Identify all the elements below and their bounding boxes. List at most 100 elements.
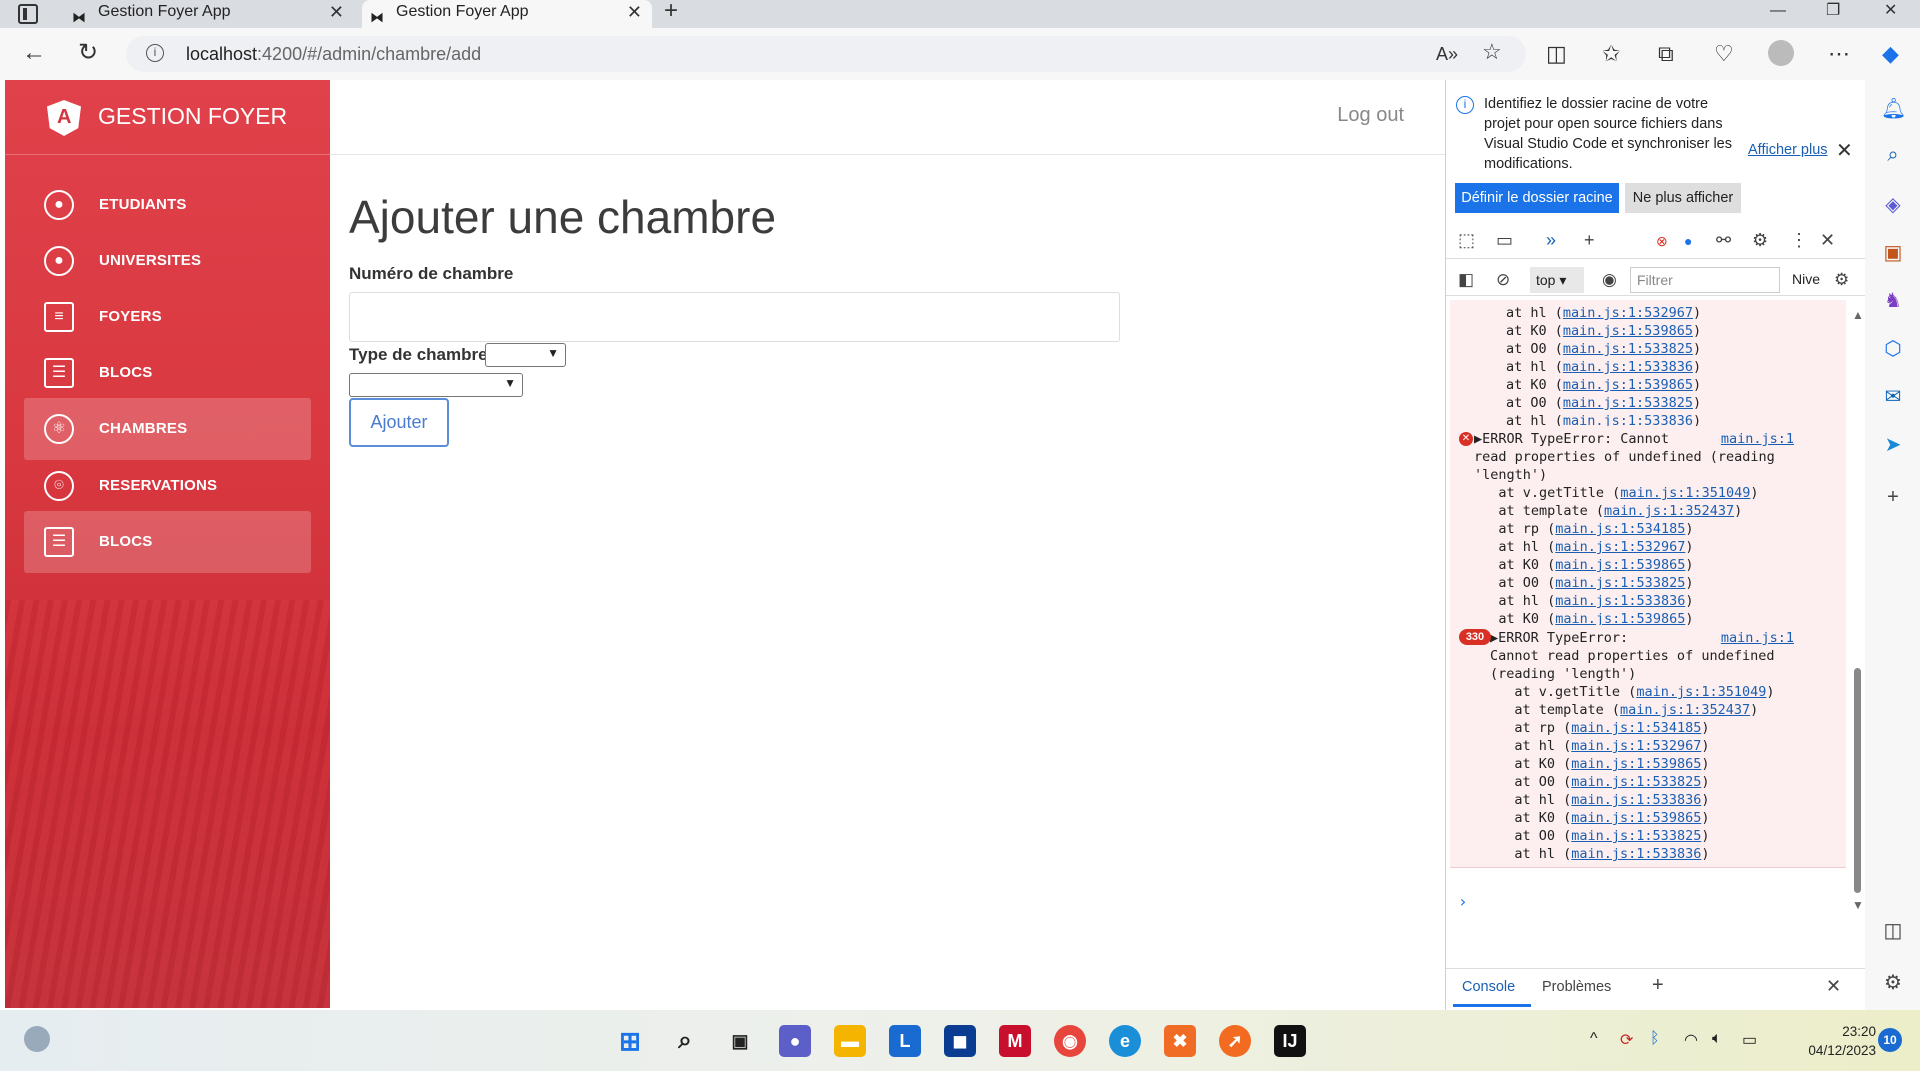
battery-icon[interactable]: ▭ — [1742, 1030, 1757, 1050]
notifications-bell-icon[interactable]: 🔔︎ — [1881, 96, 1906, 121]
console-prompt-icon[interactable]: › — [1458, 892, 1468, 911]
favorites-icon[interactable]: ✩ — [1602, 42, 1620, 66]
close-drawer-icon[interactable]: ✕ — [1826, 976, 1841, 997]
source-link[interactable]: main.js:1:533825 — [1563, 341, 1693, 357]
sidebar-item-blocs-2[interactable]: ☰ BLOCS — [24, 511, 311, 573]
device-emulation-icon[interactable]: ▭ — [1496, 230, 1513, 251]
source-link[interactable]: main.js:1:533825 — [1571, 828, 1701, 844]
sidebar-item-reservations[interactable]: ⌾ RESERVATIONS — [24, 455, 311, 517]
more-options-icon[interactable]: ⋮ — [1790, 230, 1808, 251]
sync-icon[interactable]: ⟳ — [1620, 1030, 1633, 1050]
console-error-message[interactable]: 330 ▶ERROR TypeError: main.js:1 Cannot rea… — [1450, 625, 1846, 868]
source-link[interactable]: main.js:1:534185 — [1571, 720, 1701, 736]
source-link[interactable]: main.js:1:539865 — [1563, 323, 1693, 339]
source-link[interactable]: main.js:1:539865 — [1571, 810, 1701, 826]
source-link[interactable]: main.js:1:534185 — [1555, 521, 1685, 537]
more-options-icon[interactable]: ⋯ — [1828, 42, 1850, 66]
source-link[interactable]: main.js:1:533836 — [1555, 593, 1685, 609]
shopping-tag-icon[interactable]: ◈ — [1881, 192, 1905, 217]
address-bar[interactable]: i localhost:4200/#/admin/chambre/add A» … — [126, 36, 1526, 72]
infobar-more-link[interactable]: Afficher plus — [1748, 142, 1828, 158]
tray-overflow-chevron-icon[interactable]: ^ — [1590, 1030, 1598, 1048]
hide-sidebar-icon[interactable]: ◫ — [1881, 918, 1905, 943]
tab-console[interactable]: Console — [1462, 979, 1515, 995]
search-icon[interactable]: ⌕ — [1881, 144, 1905, 167]
intellij-icon[interactable]: IJ — [1274, 1025, 1306, 1057]
numero-input[interactable] — [349, 292, 1120, 342]
inspect-element-icon[interactable]: ⬚ — [1458, 230, 1475, 251]
browser-essentials-icon[interactable]: ♡ — [1714, 42, 1734, 66]
sidebar-settings-gear-icon[interactable]: ⚙ — [1881, 970, 1905, 995]
tab-actions-icon[interactable] — [18, 4, 38, 24]
scrollbar-thumb[interactable] — [1854, 668, 1861, 893]
teams-chat-icon[interactable]: ● — [779, 1025, 811, 1057]
add-drawer-tab-icon[interactable]: + — [1652, 974, 1664, 997]
source-link[interactable]: main.js:1:539865 — [1563, 377, 1693, 393]
tab-close-icon[interactable]: ✕ — [329, 0, 344, 24]
file-explorer-icon[interactable]: ▬ — [834, 1025, 866, 1057]
source-link[interactable]: main.js:1:533836 — [1571, 846, 1701, 862]
error-indicator-icon[interactable]: ⊗ — [1656, 233, 1668, 250]
source-link[interactable]: main.js:1 — [1721, 430, 1794, 448]
console-scrollbar[interactable]: ▲ ▼ — [1850, 308, 1864, 912]
close-devtools-icon[interactable]: ✕ — [1820, 230, 1835, 251]
drop-icon[interactable]: ➤ — [1881, 432, 1905, 457]
split-screen-icon[interactable]: ◫ — [1546, 42, 1567, 66]
close-icon[interactable]: ✕ — [1836, 138, 1853, 163]
scroll-down-icon[interactable]: ▼ — [1852, 898, 1864, 912]
network-conditions-icon[interactable]: ⚯ — [1716, 230, 1731, 251]
source-link[interactable]: main.js:1:533825 — [1555, 575, 1685, 591]
sidebar-item-foyers[interactable]: ≡ FOYERS — [24, 286, 311, 348]
add-tab-icon[interactable]: + — [1584, 230, 1595, 251]
tab-problemes[interactable]: Problèmes — [1542, 979, 1611, 995]
postman-icon[interactable]: ➚ — [1219, 1025, 1251, 1057]
tab-close-icon[interactable]: ✕ — [627, 0, 642, 24]
clear-console-icon[interactable]: ⊘ — [1496, 270, 1510, 290]
ajouter-button[interactable]: Ajouter — [349, 398, 449, 447]
read-aloud-icon[interactable]: A» — [1436, 42, 1458, 66]
source-link[interactable]: main.js:1:351049 — [1636, 684, 1766, 700]
back-icon[interactable]: ← — [22, 40, 46, 66]
source-link[interactable]: main.js:1:352437 — [1604, 503, 1734, 519]
collections-icon[interactable]: ⧉ — [1658, 42, 1674, 66]
browser-tab-active[interactable]: ⧓ Gestion Foyer App ✕ — [362, 0, 652, 28]
issues-indicator-icon[interactable]: ● — [1684, 233, 1692, 249]
maximize-icon[interactable]: ❐ — [1826, 0, 1840, 22]
app-brand[interactable]: A GESTION FOYER — [5, 80, 330, 155]
favorite-star-icon[interactable]: ☆ — [1482, 40, 1502, 64]
set-root-folder-button[interactable]: Définir le dossier racine — [1455, 183, 1619, 213]
mcafee-icon[interactable]: M — [999, 1025, 1031, 1057]
bluetooth-icon[interactable]: ᛒ — [1650, 1030, 1660, 1048]
source-link[interactable]: main.js:1:533836 — [1563, 359, 1693, 375]
profile-avatar[interactable] — [1768, 40, 1794, 66]
app-l-icon[interactable]: L — [889, 1025, 921, 1057]
tools-icon[interactable]: ▣ — [1881, 240, 1905, 265]
sidebar-item-universites[interactable]: ● UNIVERSITES — [24, 230, 311, 292]
sidebar-item-etudiants[interactable]: ● ETUDIANTS — [24, 174, 311, 236]
sidebar-toggle-icon[interactable]: ◧ — [1458, 270, 1474, 290]
edge-icon[interactable]: e — [1109, 1025, 1141, 1057]
wifi-icon[interactable]: ◠ — [1684, 1030, 1698, 1050]
source-link[interactable]: main.js:1:532967 — [1571, 738, 1701, 754]
context-selector[interactable]: top ▾ — [1530, 267, 1584, 293]
task-view-icon[interactable]: ▣ — [724, 1025, 756, 1057]
source-link[interactable]: main.js:1:352437 — [1620, 702, 1750, 718]
source-link[interactable]: main.js:1 — [1721, 629, 1794, 647]
microsoft-store-icon[interactable]: ◼ — [944, 1025, 976, 1057]
minimize-icon[interactable]: — — [1770, 0, 1786, 22]
bloc-select[interactable]: ▼ — [349, 373, 523, 397]
refresh-icon[interactable]: ↻ — [78, 40, 98, 66]
chrome-icon[interactable]: ◉ — [1054, 1025, 1086, 1057]
search-icon[interactable]: ⌕ — [669, 1025, 701, 1057]
source-link[interactable]: main.js:1:351049 — [1620, 485, 1750, 501]
console-filter-input[interactable]: Filtrer — [1630, 267, 1780, 293]
more-tabs-icon[interactable]: » — [1546, 230, 1556, 251]
notification-count-badge[interactable]: 10 — [1878, 1028, 1902, 1052]
dont-show-again-button[interactable]: Ne plus afficher — [1625, 183, 1741, 213]
source-link[interactable]: main.js:1:539865 — [1555, 557, 1685, 573]
weather-widget-icon[interactable] — [24, 1026, 50, 1052]
browser-tab[interactable]: ⧓ Gestion Foyer App ✕ — [64, 0, 354, 28]
site-info-icon[interactable]: i — [146, 44, 164, 62]
source-link[interactable]: main.js:1:533825 — [1563, 395, 1693, 411]
copilot-icon[interactable]: ◆ — [1882, 42, 1899, 66]
